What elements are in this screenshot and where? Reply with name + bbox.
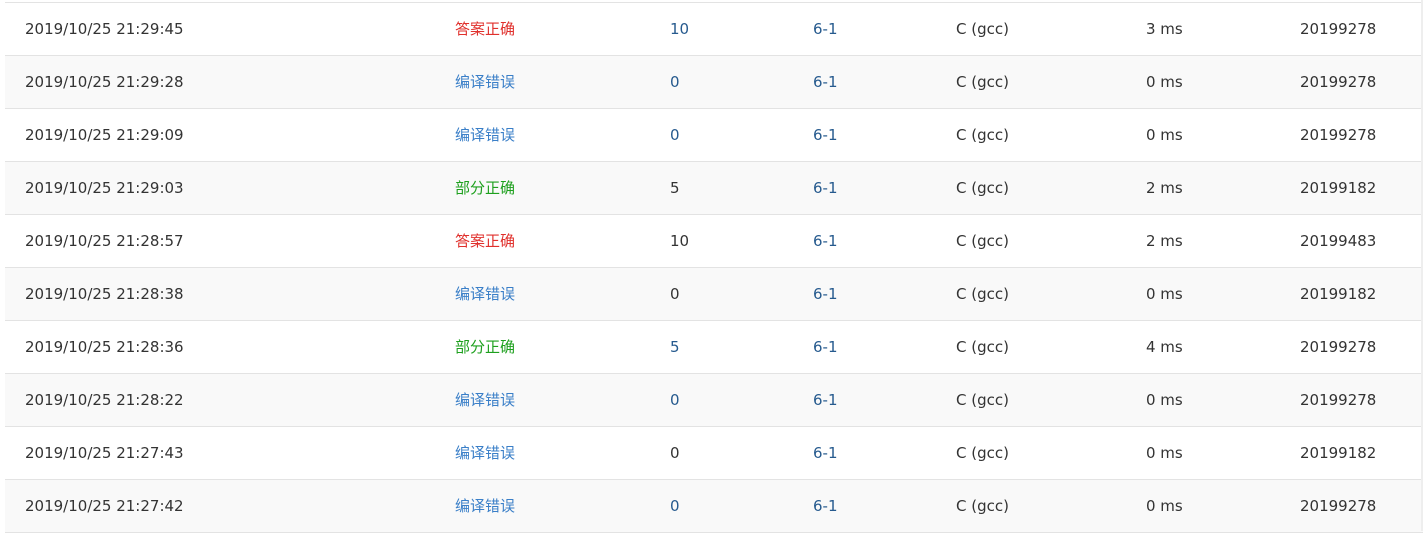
status-link[interactable]: 编译错误 [455, 374, 515, 426]
score-value: 0 [670, 285, 680, 303]
submit-time: 2019/10/25 21:29:03 [25, 179, 184, 197]
problem-link[interactable]: 6-1 [813, 321, 838, 373]
submit-time: 2019/10/25 21:29:45 [25, 20, 184, 38]
table-row: 2019/10/25 21:28:38 编译错误 0 6-1 C (gcc) 0… [5, 268, 1423, 321]
score-value: 5 [670, 179, 680, 197]
compiler: C (gcc) [956, 338, 1009, 356]
user-id: 20199278 [1300, 391, 1377, 409]
score-link[interactable]: 0 [670, 109, 680, 161]
problem-link[interactable]: 6-1 [813, 215, 838, 267]
compiler: C (gcc) [956, 285, 1009, 303]
compiler: C (gcc) [956, 444, 1009, 462]
submissions-table: 2019/10/25 21:29:45 答案正确 10 6-1 C (gcc) … [5, 2, 1423, 533]
user-id: 20199278 [1300, 126, 1377, 144]
submit-time: 2019/10/25 21:29:09 [25, 126, 184, 144]
runtime: 2 ms [1146, 232, 1183, 250]
submit-time: 2019/10/25 21:28:36 [25, 338, 184, 356]
user-id: 20199182 [1300, 444, 1377, 462]
submit-time: 2019/10/25 21:27:42 [25, 497, 184, 515]
submit-time: 2019/10/25 21:28:22 [25, 391, 184, 409]
score-value: 10 [670, 232, 690, 250]
score-link[interactable]: 5 [670, 321, 680, 373]
table-row: 2019/10/25 21:28:22 编译错误 0 6-1 C (gcc) 0… [5, 374, 1423, 427]
status-link[interactable]: 答案正确 [455, 215, 515, 267]
runtime: 0 ms [1146, 285, 1183, 303]
compiler: C (gcc) [956, 179, 1009, 197]
score-link[interactable]: 10 [670, 3, 689, 55]
status-link[interactable]: 编译错误 [455, 427, 515, 479]
submit-time: 2019/10/25 21:29:28 [25, 73, 184, 91]
user-id: 20199483 [1300, 232, 1377, 250]
table-row: 2019/10/25 21:27:42 编译错误 0 6-1 C (gcc) 0… [5, 480, 1423, 533]
score-link[interactable]: 0 [670, 56, 680, 108]
table-row: 2019/10/25 21:29:45 答案正确 10 6-1 C (gcc) … [5, 3, 1423, 56]
runtime: 3 ms [1146, 20, 1183, 38]
score-link[interactable]: 0 [670, 480, 680, 532]
table-row: 2019/10/25 21:29:09 编译错误 0 6-1 C (gcc) 0… [5, 109, 1423, 162]
runtime: 0 ms [1146, 126, 1183, 144]
problem-link[interactable]: 6-1 [813, 268, 838, 320]
status-link[interactable]: 编译错误 [455, 109, 515, 161]
runtime: 0 ms [1146, 444, 1183, 462]
submit-time: 2019/10/25 21:28:38 [25, 285, 184, 303]
table-row: 2019/10/25 21:28:36 部分正确 5 6-1 C (gcc) 4… [5, 321, 1423, 374]
problem-link[interactable]: 6-1 [813, 109, 838, 161]
table-row: 2019/10/25 21:27:43 编译错误 0 6-1 C (gcc) 0… [5, 427, 1423, 480]
table-row: 2019/10/25 21:29:03 部分正确 5 6-1 C (gcc) 2… [5, 162, 1423, 215]
compiler: C (gcc) [956, 126, 1009, 144]
compiler: C (gcc) [956, 232, 1009, 250]
user-id: 20199182 [1300, 179, 1377, 197]
runtime: 0 ms [1146, 497, 1183, 515]
runtime: 2 ms [1146, 179, 1183, 197]
problem-link[interactable]: 6-1 [813, 56, 838, 108]
problem-link[interactable]: 6-1 [813, 374, 838, 426]
user-id: 20199278 [1300, 20, 1377, 38]
user-id: 20199182 [1300, 285, 1377, 303]
table-row: 2019/10/25 21:28:57 答案正确 10 6-1 C (gcc) … [5, 215, 1423, 268]
problem-link[interactable]: 6-1 [813, 162, 838, 214]
user-id: 20199278 [1300, 73, 1377, 91]
problem-link[interactable]: 6-1 [813, 480, 838, 532]
status-link[interactable]: 编译错误 [455, 56, 515, 108]
user-id: 20199278 [1300, 497, 1377, 515]
status-link[interactable]: 部分正确 [455, 162, 515, 214]
compiler: C (gcc) [956, 391, 1009, 409]
score-link[interactable]: 0 [670, 374, 680, 426]
runtime: 4 ms [1146, 338, 1183, 356]
status-link[interactable]: 部分正确 [455, 321, 515, 373]
score-value: 0 [670, 444, 680, 462]
runtime: 0 ms [1146, 73, 1183, 91]
submit-time: 2019/10/25 21:28:57 [25, 232, 184, 250]
compiler: C (gcc) [956, 73, 1009, 91]
table-row: 2019/10/25 21:29:28 编译错误 0 6-1 C (gcc) 0… [5, 56, 1423, 109]
problem-link[interactable]: 6-1 [813, 3, 838, 55]
compiler: C (gcc) [956, 497, 1009, 515]
problem-link[interactable]: 6-1 [813, 427, 838, 479]
status-link[interactable]: 答案正确 [455, 3, 515, 55]
submit-time: 2019/10/25 21:27:43 [25, 444, 184, 462]
user-id: 20199278 [1300, 338, 1377, 356]
status-link[interactable]: 编译错误 [455, 268, 515, 320]
runtime: 0 ms [1146, 391, 1183, 409]
compiler: C (gcc) [956, 20, 1009, 38]
status-link[interactable]: 编译错误 [455, 480, 515, 532]
